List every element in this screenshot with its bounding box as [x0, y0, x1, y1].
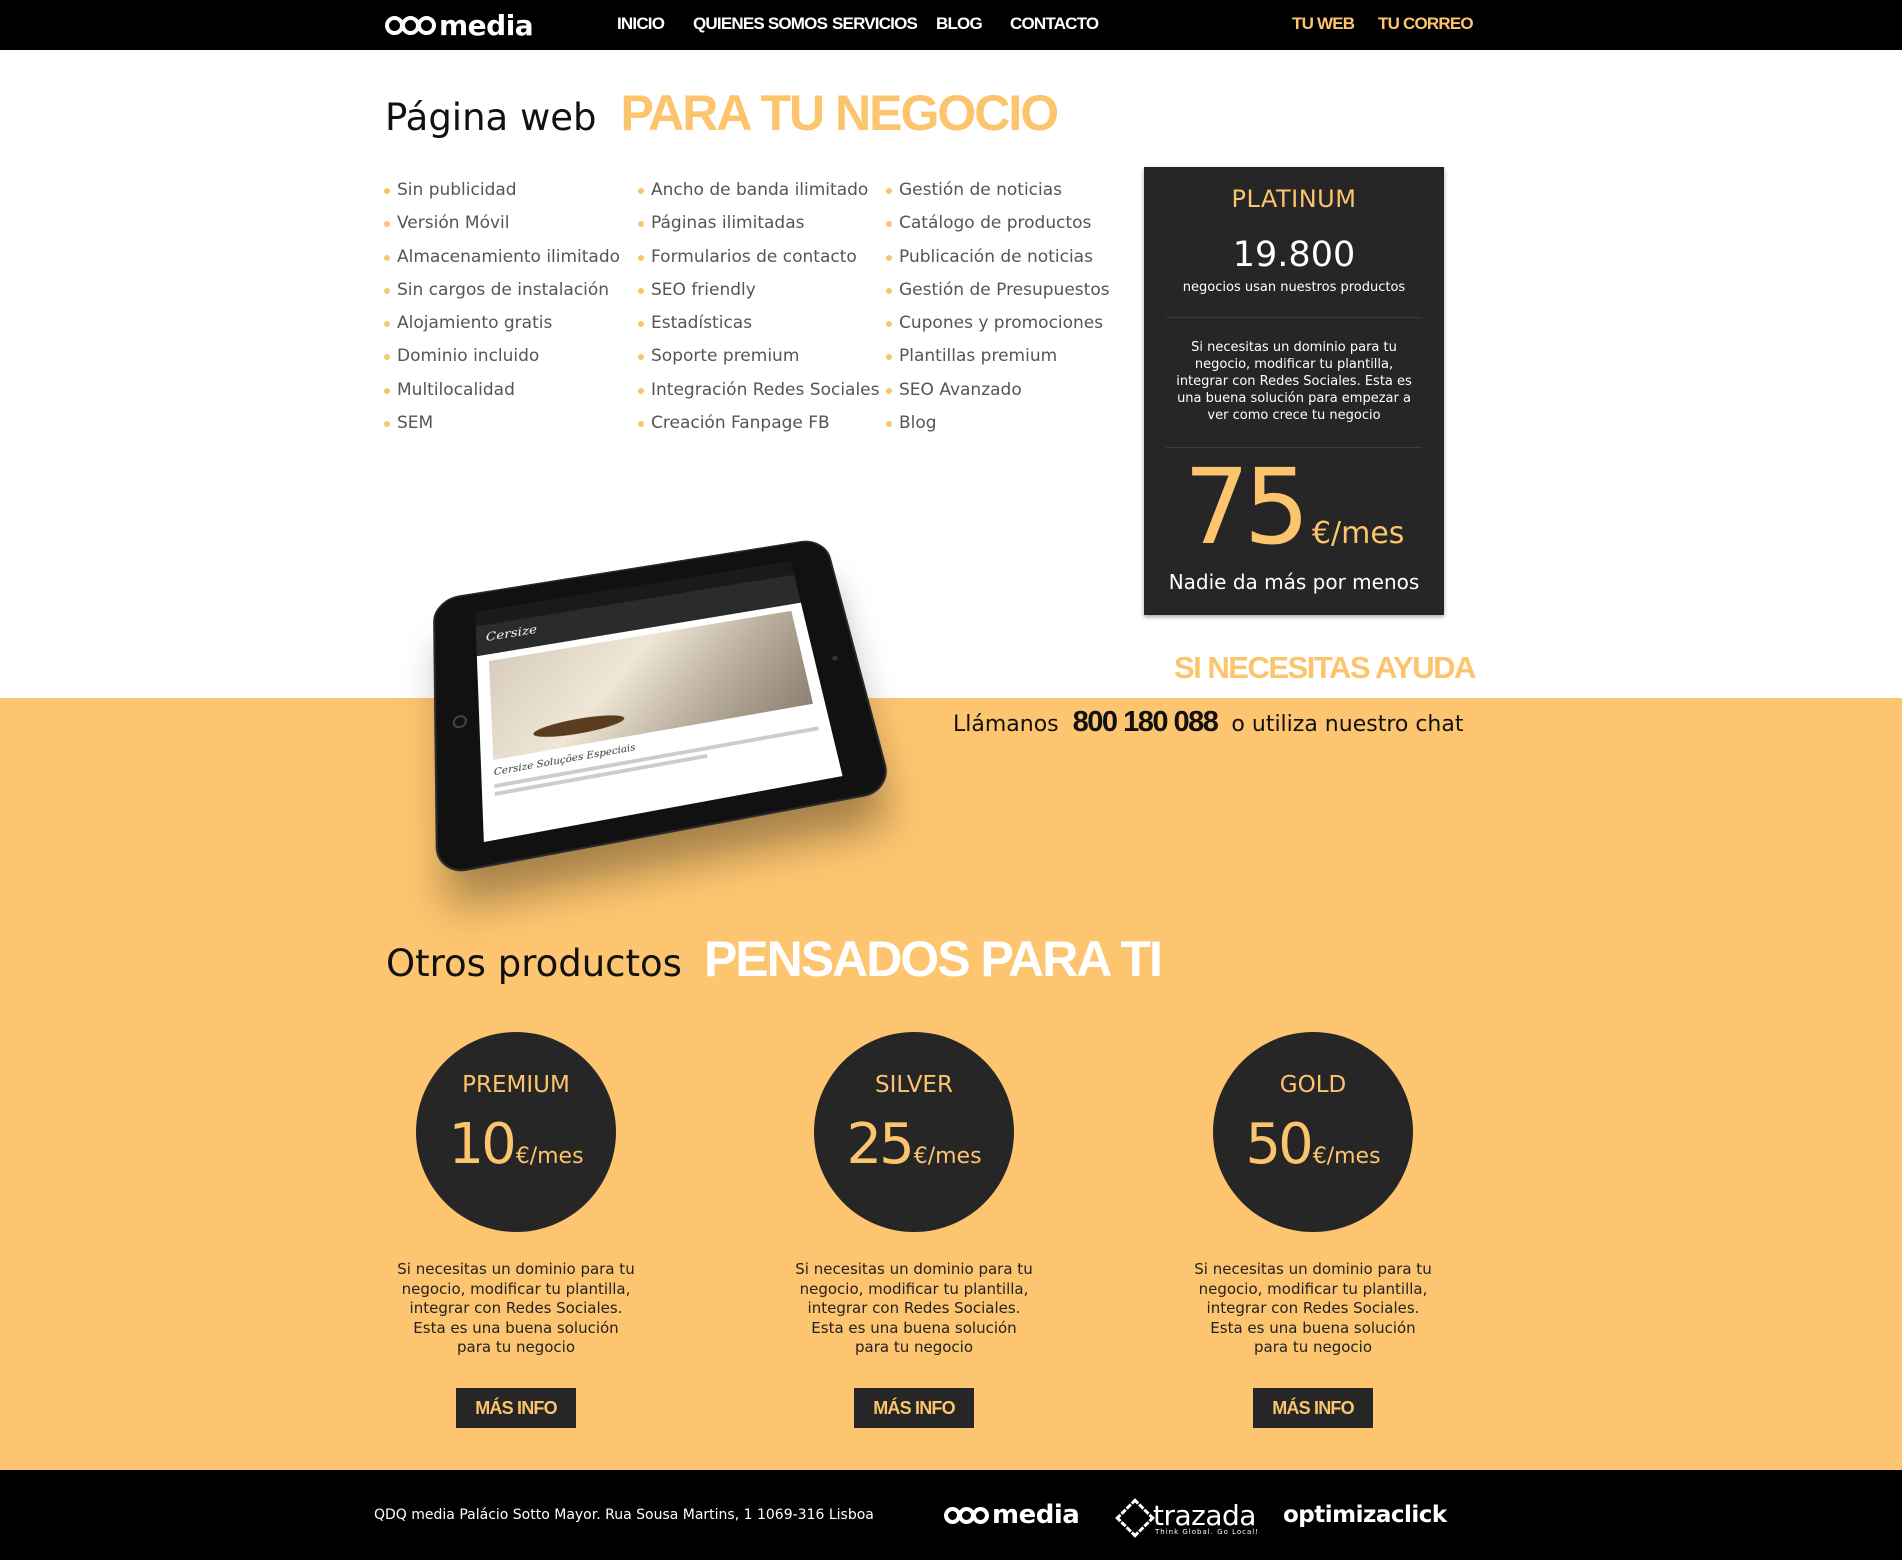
home-button-icon	[452, 714, 468, 730]
mas-info-button[interactable]: MÁS INFO	[854, 1387, 974, 1428]
plan-name: PLATINUM	[1231, 185, 1357, 213]
hero-title: Página web PARA TU NEGOCIO	[385, 84, 1060, 144]
nav-tu-correo[interactable]: TU CORREO	[1378, 14, 1474, 34]
feature-item: Formularios de contacto	[638, 243, 880, 276]
feature-item: SEM	[384, 409, 620, 442]
feature-item: Estadísticas	[638, 309, 880, 342]
price-unit: €/mes	[515, 1144, 584, 1169]
product-silver: SILVER 25 €/mes Si necesitas un dominio …	[794, 1032, 1034, 1428]
qdq-logo-icon	[944, 1506, 989, 1524]
features-column-3: Gestión de noticias Catálogo de producto…	[886, 176, 1110, 442]
trazada-tagline: Think Global. Go Local!	[1155, 1528, 1260, 1536]
tablet-screen: Cersize Cersize Soluções Especiais	[475, 561, 843, 843]
feature-item: Plantillas premium	[886, 342, 1110, 375]
feature-item: Cupones y promociones	[886, 309, 1110, 342]
feature-item: Multilocalidad	[384, 376, 620, 409]
platinum-plan-card: PLATINUM 19.800 negocios usan nuestros p…	[1144, 167, 1444, 615]
feature-item: Sin cargos de instalación	[384, 276, 620, 309]
hero-title-bold: PARA TU NEGOCIO	[620, 85, 1060, 141]
tablet-device: Cersize Cersize Soluções Especiais	[432, 537, 894, 877]
help-pre: Llámanos	[953, 712, 1059, 737]
price-unit: €/mes	[913, 1144, 982, 1169]
qdq-logo-icon	[385, 15, 436, 35]
trazada-wordmark: trazada	[1153, 1498, 1256, 1532]
product-badge: PREMIUM 10 €/mes	[416, 1032, 616, 1232]
product-price: 25 €/mes	[814, 1112, 1014, 1177]
optimizaclick-wordmark: optimizaclick	[1283, 1502, 1447, 1528]
plan-tagline: Nadie da más por menos	[1168, 570, 1420, 594]
footer-logo-text: media	[992, 1500, 1080, 1530]
product-name: SILVER	[875, 1072, 953, 1098]
feature-item: Alojamiento gratis	[384, 309, 620, 342]
feature-item: Soporte premium	[638, 342, 880, 375]
help-title: SI NECESITAS AYUDA	[1174, 650, 1476, 685]
plan-description: Si necesitas un dominio para tu negocio,…	[1176, 340, 1412, 423]
product-gold: GOLD 50 €/mes Si necesitas un dominio pa…	[1193, 1032, 1433, 1428]
qdq-media-logo[interactable]: media	[385, 8, 534, 42]
feature-item: Gestión de Presupuestos	[886, 276, 1110, 309]
product-premium: PREMIUM 10 €/mes Si necesitas un dominio…	[396, 1032, 636, 1428]
price-unit: €/mes	[1312, 1144, 1381, 1169]
help-contact-line: Llámanos 800 180 088 o utiliza nuestro c…	[953, 706, 1463, 739]
product-price: 50 €/mes	[1213, 1112, 1413, 1177]
price-amount: 75	[1183, 446, 1310, 568]
nav-tu-web[interactable]: TU WEB	[1292, 14, 1355, 34]
footer-qdq-logo[interactable]: media	[944, 1498, 1080, 1532]
product-badge: GOLD 50 €/mes	[1213, 1032, 1413, 1232]
divider	[1166, 317, 1422, 318]
nav-servicios[interactable]: SERVICIOS	[832, 14, 918, 34]
product-description: Si necesitas un dominio para tu negocio,…	[1194, 1260, 1432, 1356]
feature-item: Ancho de banda ilimitado	[638, 176, 880, 209]
product-description: Si necesitas un dominio para tu negocio,…	[795, 1260, 1033, 1356]
product-badge: SILVER 25 €/mes	[814, 1032, 1014, 1232]
nav-contacto[interactable]: CONTACTO	[1010, 14, 1099, 34]
nav-quienes-somos[interactable]: QUIENES SOMOS	[693, 14, 828, 34]
help-post: o utiliza nuestro chat	[1231, 712, 1464, 737]
nav-inicio[interactable]: INICIO	[617, 14, 665, 34]
feature-item: Versión Móvil	[384, 209, 620, 242]
feature-item: Dominio incluido	[384, 342, 620, 375]
features-column-1: Sin publicidad Versión Móvil Almacenamie…	[384, 176, 620, 442]
hero-title-light: Página web	[385, 96, 597, 139]
product-name: PREMIUM	[462, 1072, 570, 1098]
feature-item: SEO friendly	[638, 276, 880, 309]
product-description: Si necesitas un dominio para tu negocio,…	[397, 1260, 635, 1356]
feature-item: Publicación de noticias	[886, 243, 1110, 276]
price-unit: €/mes	[1311, 516, 1405, 551]
feature-item: Páginas ilimitadas	[638, 209, 880, 242]
price-amount: 25	[846, 1112, 914, 1177]
logo-text: media	[439, 8, 534, 42]
product-name: GOLD	[1279, 1072, 1347, 1098]
feature-item: Integración Redes Sociales	[638, 376, 880, 409]
footer-address: QDQ media Palácio Sotto Mayor. Rua Sousa…	[374, 1507, 874, 1523]
nav-blog[interactable]: BLOG	[936, 14, 983, 34]
customer-count-label: negocios usan nuestros productos	[1182, 280, 1406, 295]
footer: QDQ media Palácio Sotto Mayor. Rua Sousa…	[0, 1470, 1902, 1560]
feature-item: Blog	[886, 409, 1110, 442]
mas-info-button[interactable]: MÁS INFO	[456, 1387, 576, 1428]
feature-item: SEO Avanzado	[886, 376, 1110, 409]
footer-trazada-logo[interactable]: trazada Think Global. Go Local!	[1117, 1498, 1258, 1537]
feature-item: Catálogo de productos	[886, 209, 1110, 242]
camera-icon	[831, 655, 839, 662]
feature-item: Almacenamiento ilimitado	[384, 243, 620, 276]
top-navigation-bar: media INICIO QUIENES SOMOS SERVICIOS BLO…	[0, 0, 1902, 50]
help-phone[interactable]: 800 180 088	[1073, 706, 1219, 739]
mas-info-button[interactable]: MÁS INFO	[1253, 1387, 1373, 1428]
otros-title: Otros productos PENSADOS PARA TI	[386, 930, 1163, 988]
feature-item: Gestión de noticias	[886, 176, 1110, 209]
price-amount: 10	[448, 1112, 516, 1177]
tablet-illustration: Cersize Cersize Soluções Especiais	[365, 500, 925, 900]
otros-title-bold: PENSADOS PARA TI	[703, 931, 1163, 987]
customer-count: 19.800	[1232, 235, 1356, 275]
footer-optimizaclick-logo[interactable]: optimizaclick	[1283, 1498, 1447, 1532]
feature-item: Sin publicidad	[384, 176, 620, 209]
otros-title-light: Otros productos	[386, 942, 682, 985]
features-column-2: Ancho de banda ilimitado Páginas ilimita…	[638, 176, 880, 442]
product-price: 10 €/mes	[416, 1112, 616, 1177]
feature-item: Creación Fanpage FB	[638, 409, 880, 442]
trazada-icon	[1117, 1500, 1147, 1530]
price-amount: 50	[1245, 1112, 1313, 1177]
plan-price: 75 €/mes	[1144, 455, 1444, 559]
